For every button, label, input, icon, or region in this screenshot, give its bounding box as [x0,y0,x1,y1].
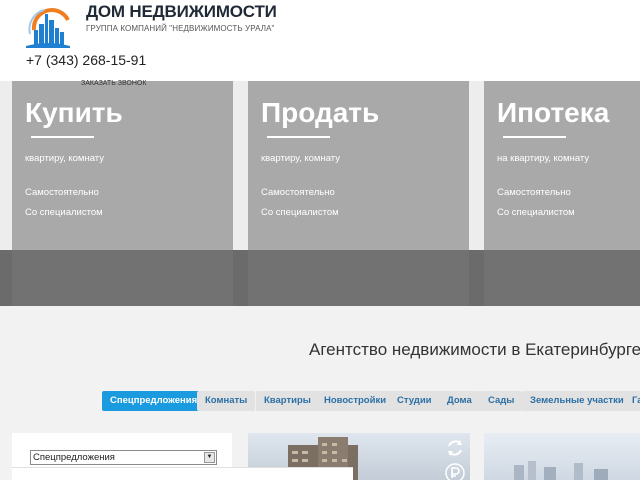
ruble-icon[interactable] [444,462,466,480]
card-link-specialist[interactable]: Со специалистом [261,207,339,218]
brand-subtitle: ГРУППА КОМПАНИЙ "НЕДВИЖИМОСТЬ УРАЛА" [86,24,275,33]
tab-new-buildings[interactable]: Новостройки [316,391,395,411]
tab-special-offers[interactable]: Спецпредложения [102,391,206,411]
card-title: Ипотека [497,97,610,128]
tab-land-plots[interactable]: Земельные участки [522,391,632,411]
brand-name[interactable]: ДОМ НЕДВИЖИМОСТИ [86,2,277,22]
card-subtitle: квартиру, комнату [261,153,340,164]
tab-apartments[interactable]: Квартиры [256,391,319,411]
select-dropdown-strip [12,467,353,480]
city-logo-icon[interactable] [24,4,72,52]
card-subtitle: на квартиру, комнату [497,153,590,164]
phone-number[interactable]: +7 (343) 268-15-91 [26,52,146,68]
tab-gardens[interactable]: Сады [480,391,523,411]
city-image [514,461,608,480]
tab-rooms[interactable]: Комнаты [197,391,256,411]
page: ДОМ НЕДВИЖИМОСТИ ГРУППА КОМПАНИЙ "НЕДВИЖ… [0,0,640,480]
card-buy[interactable]: Купить квартиру, комнату Самостоятельно … [12,81,233,306]
refresh-icon[interactable] [444,437,466,459]
category-select-value: Спецпредложения [33,452,115,463]
card-subtitle: квартиру, комнату [25,153,104,164]
card-divider [267,136,330,138]
agency-heading: Агентство недвижимости в Екатеринбурге [309,340,640,359]
dropdown-arrow-icon[interactable]: ▼ [204,452,215,463]
card-divider [503,136,566,138]
card-title: Купить [25,97,123,128]
card-title: Продать [261,97,380,128]
card-link-specialist[interactable]: Со специалистом [25,207,103,218]
tab-garages[interactable]: Га [624,391,640,411]
card-link-specialist[interactable]: Со специалистом [497,207,575,218]
card-divider [31,136,94,138]
tab-houses[interactable]: Дома [439,391,480,411]
card-link-self[interactable]: Самостоятельно [25,187,99,198]
card-link-self[interactable]: Самостоятельно [497,187,571,198]
callback-link[interactable]: ЗАКАЗАТЬ ЗВОНОК [81,80,146,87]
header: ДОМ НЕДВИЖИМОСТИ ГРУППА КОМПАНИЙ "НЕДВИЖ… [0,0,640,81]
card-sell[interactable]: Продать квартиру, комнату Самостоятельно… [248,81,469,306]
card-mortgage[interactable]: Ипотека на квартиру, комнату Самостоятел… [484,81,640,306]
listing-photo[interactable] [484,433,640,480]
card-link-self[interactable]: Самостоятельно [261,187,335,198]
category-select[interactable]: Спецпредложения ▼ [30,450,217,465]
tab-studios[interactable]: Студии [389,391,440,411]
